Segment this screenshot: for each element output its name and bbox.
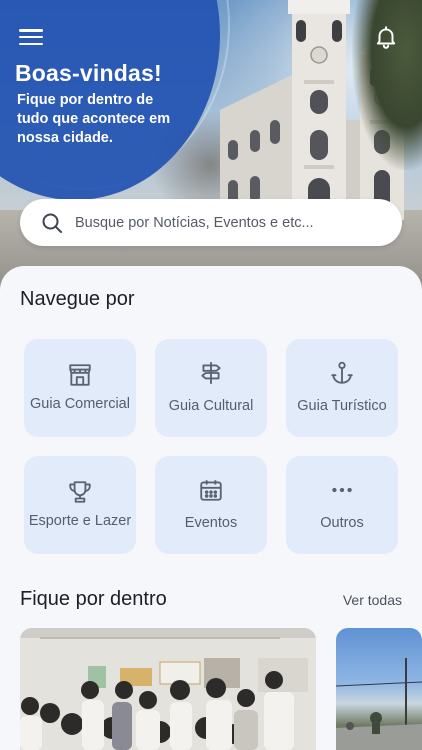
tile-eventos[interactable]: Eventos	[155, 456, 267, 554]
see-all-link[interactable]: Ver todas	[343, 592, 402, 608]
tile-label: Guia Cultural	[168, 398, 254, 414]
tile-guia-comercial[interactable]: Guia Comercial	[24, 339, 136, 437]
tile-outros[interactable]: Outros	[286, 456, 398, 554]
search-input[interactable]	[75, 214, 375, 231]
news-card[interactable]	[20, 628, 316, 750]
news-card[interactable]	[336, 628, 422, 750]
road-landscape-photo	[336, 658, 422, 750]
anchor-icon	[331, 361, 353, 384]
tile-guia-cultural[interactable]: Guia Cultural	[155, 339, 267, 437]
tile-esporte-e-lazer[interactable]: Esporte e Lazer	[24, 456, 136, 554]
search-bar[interactable]	[20, 199, 402, 246]
search-icon	[42, 213, 62, 233]
calendar-icon	[200, 480, 222, 501]
storefront-icon	[69, 364, 91, 386]
welcome-subtitle: Fique por dentro de tudo que acontece em…	[17, 92, 171, 146]
tile-label: Outros	[320, 515, 364, 531]
tile-label: Esporte e Lazer	[28, 513, 132, 529]
news-section-title: Fique por dentro	[20, 588, 167, 610]
classroom-students-photo	[20, 628, 316, 750]
tile-label: Eventos	[184, 515, 238, 531]
tile-label: Guia Comercial	[30, 396, 130, 412]
tile-guia-turistico[interactable]: Guia Turístico	[286, 339, 398, 437]
welcome-title: Boas-vindas!	[15, 60, 162, 86]
navigate-section-title: Navegue por	[20, 288, 135, 310]
tile-label: Guia Turístico	[297, 398, 387, 414]
hero-banner: Boas-vindas! Fique por dentro de tudo qu…	[0, 0, 422, 300]
signpost-icon	[201, 362, 221, 384]
more-dots-icon	[332, 487, 352, 493]
trophy-icon	[69, 481, 91, 503]
hamburger-menu-icon[interactable]	[19, 27, 43, 47]
bell-icon[interactable]	[373, 24, 399, 50]
